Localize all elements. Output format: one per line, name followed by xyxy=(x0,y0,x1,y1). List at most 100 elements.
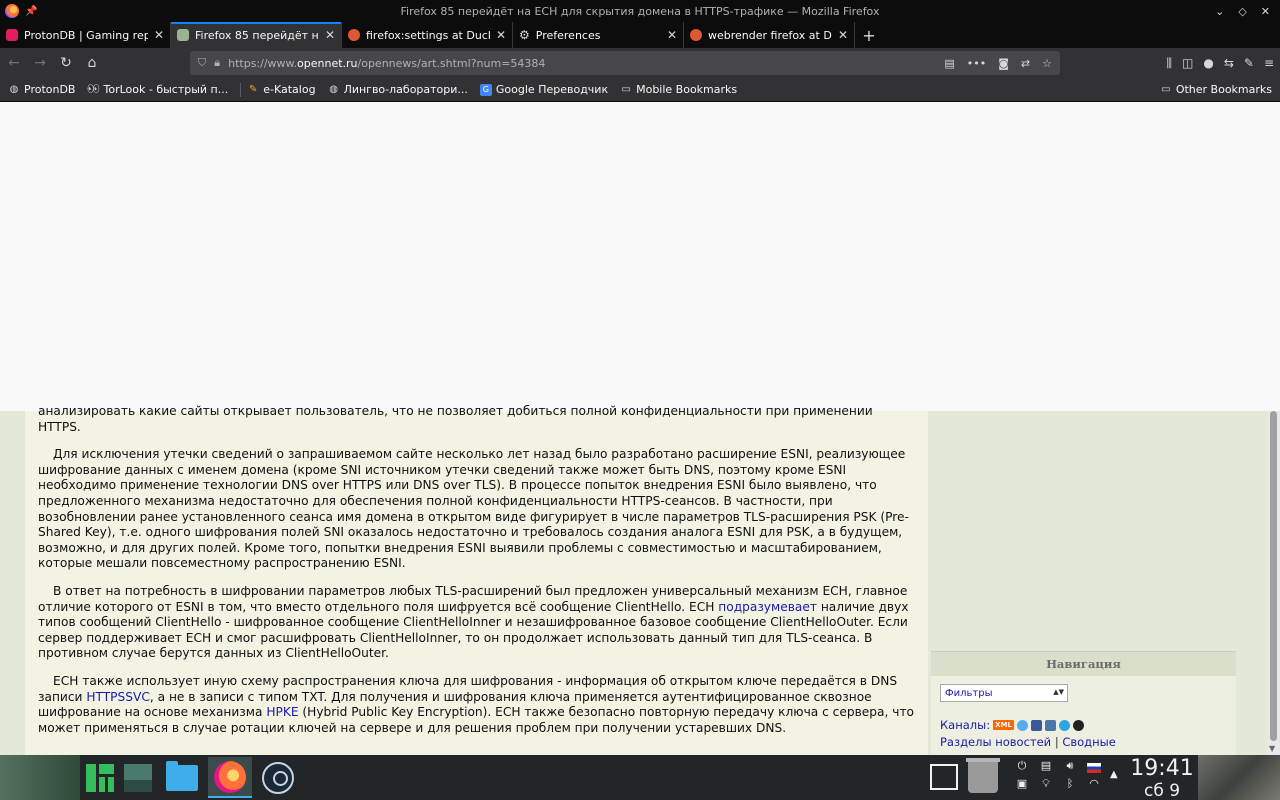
navigation-toolbar: ← → ↻ ⌂ ⛉ 🔒︎ https://www.opennet.ru/open… xyxy=(0,48,1280,78)
sidebar-icon[interactable]: ◫ xyxy=(1182,56,1193,70)
close-tab-icon[interactable]: ✕ xyxy=(154,28,164,42)
extension-icon[interactable]: ✎ xyxy=(1244,56,1254,70)
pocket-icon[interactable]: ◙ xyxy=(998,57,1009,70)
tab-preferences[interactable]: ⚙ Preferences ✕ xyxy=(513,22,684,48)
firefox-taskbar-button[interactable] xyxy=(208,757,252,798)
pen-icon: ✎ xyxy=(249,84,258,95)
bookmark-protondb[interactable]: ◍ ProtonDB xyxy=(8,83,76,96)
reader-view-icon[interactable]: ▤ xyxy=(944,57,954,70)
filters-select[interactable]: Фильтры ▲▼ xyxy=(940,684,1068,702)
tracking-protection-shield-icon[interactable]: ⛉ xyxy=(198,56,206,70)
bookmarks-toolbar: ◍ ProtonDB 👀︎ TorLook - быстрый п... ✎ e-Ka… xyxy=(0,78,1280,102)
update-notifier-icon[interactable]: ⏻ xyxy=(1010,759,1034,777)
bookmark-ekatalog[interactable]: ✎ e-Katalog xyxy=(247,83,316,96)
bluetooth-icon[interactable]: ᛒ xyxy=(1058,777,1082,795)
close-tab-icon[interactable]: ✕ xyxy=(325,28,335,42)
channels-row: Каналы: XML xyxy=(940,718,1084,732)
article-paragraph: Для исключения утечки сведений о запраши… xyxy=(38,447,909,571)
other-bookmarks-folder[interactable]: ▭ Other Bookmarks xyxy=(1160,83,1272,96)
bookmark-label: Other Bookmarks xyxy=(1175,83,1272,96)
tab-duckduckgo-webrender[interactable]: webrender firefox at Duck ✕ xyxy=(684,22,855,48)
wifi-icon[interactable]: ◠ xyxy=(1082,777,1106,795)
tab-label: firefox:settings at DuckDu xyxy=(366,28,490,42)
bookmark-torlook[interactable]: 👀︎ TorLook - быстрый п... xyxy=(87,83,228,96)
url-text[interactable]: https://www.opennet.ru/opennews/art.shtm… xyxy=(228,57,944,70)
scrollbar-thumb[interactable] xyxy=(1270,411,1277,741)
tray-expand-arrow-icon[interactable]: ▲ xyxy=(1110,769,1118,780)
desktop-wallpaper-strip xyxy=(0,755,80,800)
forward-button[interactable]: → xyxy=(28,51,52,75)
page-scrollbar[interactable]: ▼ xyxy=(1267,411,1280,755)
translate-icon: G xyxy=(479,83,492,96)
tab-label: webrender firefox at Duck xyxy=(708,28,832,42)
device-notifier-icon[interactable]: ▣ xyxy=(1010,777,1034,795)
pager-workspace-icon[interactable] xyxy=(930,764,958,790)
file-manager-button[interactable] xyxy=(160,757,204,798)
link-hpke[interactable]: HPKE xyxy=(266,705,298,719)
telegram-icon[interactable] xyxy=(1058,719,1070,731)
digital-clock[interactable]: 19:41 сб 9 xyxy=(1128,756,1196,800)
new-tab-button[interactable]: + xyxy=(855,22,883,48)
bookmark-lingvo[interactable]: ◍ Лингво-лаборатори... xyxy=(328,83,468,96)
pin-icon[interactable]: 📌 xyxy=(25,6,37,17)
lock-icon[interactable]: 🔒︎ xyxy=(214,56,220,70)
maximize-button[interactable]: ◇ xyxy=(1238,5,1246,18)
firefox-logo-icon[interactable] xyxy=(5,4,19,18)
eyes-icon: 👀︎ xyxy=(87,84,100,95)
bookmark-mobile-folder[interactable]: ▭ Mobile Bookmarks xyxy=(620,83,737,96)
scroll-down-arrow-icon[interactable]: ▼ xyxy=(1269,744,1275,753)
duckduckgo-favicon-icon xyxy=(348,29,360,41)
trash-icon[interactable] xyxy=(966,758,1000,793)
lightbulb-icon[interactable]: 💡︎ xyxy=(1034,777,1058,795)
back-button[interactable]: ← xyxy=(2,51,26,75)
zen-icon[interactable] xyxy=(1072,719,1084,731)
page-viewport[interactable]: анализировать какие сайты открывает поль… xyxy=(0,102,1280,755)
bookmark-label: e-Katalog xyxy=(263,83,316,96)
reload-button[interactable]: ↻ xyxy=(54,51,78,75)
twitter-icon[interactable] xyxy=(1016,719,1028,731)
library-icon[interactable]: ⫼ xyxy=(1166,56,1172,71)
desktop-wallpaper-corner xyxy=(1198,755,1280,800)
system-tray: ⏻ ▤ 🔊︎ ▣ 💡︎ ᛒ ◠ xyxy=(1010,759,1110,797)
bookmark-star-icon[interactable]: ☆ xyxy=(1042,57,1052,70)
rss-xml-icon[interactable]: XML xyxy=(993,720,1014,730)
vk-icon[interactable] xyxy=(1044,719,1056,731)
show-desktop-button[interactable] xyxy=(116,757,160,798)
steam-taskbar-button[interactable] xyxy=(256,757,300,798)
menu-icon[interactable]: ≡ xyxy=(1264,56,1274,70)
article-body: анализировать какие сайты открывает поль… xyxy=(25,404,928,755)
tab-strip: ProtonDB | Gaming repor ✕ Firefox 85 пер… xyxy=(0,22,1280,48)
clock-time: 19:41 xyxy=(1130,756,1194,781)
link-implies[interactable]: подразумевает xyxy=(718,600,817,614)
minimize-button[interactable]: ⌄ xyxy=(1215,5,1224,18)
close-window-button[interactable]: ✕ xyxy=(1261,5,1270,18)
translate-icon[interactable]: ⇄ xyxy=(1021,57,1030,70)
folder-icon: ▭ xyxy=(621,84,631,95)
url-bar[interactable]: ⛉ 🔒︎ https://www.opennet.ru/opennews/art… xyxy=(190,51,1060,75)
globe-icon: ◍ xyxy=(9,84,19,95)
close-tab-icon[interactable]: ✕ xyxy=(667,28,677,42)
bookmark-google-translate[interactable]: G Google Переводчик xyxy=(479,83,609,96)
close-tab-icon[interactable]: ✕ xyxy=(496,28,506,42)
keyboard-layout-flag-icon[interactable] xyxy=(1082,759,1106,777)
bookmark-separator xyxy=(240,82,242,97)
firefox-icon xyxy=(214,760,246,793)
bookmark-label: Google Переводчик xyxy=(495,83,609,96)
home-button[interactable]: ⌂ xyxy=(80,51,104,75)
protondb-favicon-icon xyxy=(6,29,18,41)
link-httpssvc[interactable]: HTTPSSVC xyxy=(86,690,150,704)
summary-link[interactable]: Сводные xyxy=(1062,735,1115,749)
globe-icon: ◍ xyxy=(329,84,338,95)
navigation-heading: Навигация xyxy=(931,651,1236,676)
tab-opennet-article[interactable]: Firefox 85 перейдёт на ЕС ✕ xyxy=(171,22,342,48)
news-sections-link[interactable]: Разделы новостей xyxy=(940,735,1051,749)
tab-protondb[interactable]: ProtonDB | Gaming repor ✕ xyxy=(0,22,171,48)
extension-translate-icon[interactable]: ⇆ xyxy=(1224,56,1234,70)
facebook-icon[interactable] xyxy=(1030,719,1042,731)
volume-icon[interactable]: 🔊︎ xyxy=(1058,759,1082,777)
close-tab-icon[interactable]: ✕ xyxy=(838,28,848,42)
account-icon[interactable]: ● xyxy=(1203,56,1213,70)
clipboard-icon[interactable]: ▤ xyxy=(1034,759,1058,777)
tab-duckduckgo-settings[interactable]: firefox:settings at DuckDu ✕ xyxy=(342,22,513,48)
page-actions-icon[interactable]: ••• xyxy=(967,57,986,70)
